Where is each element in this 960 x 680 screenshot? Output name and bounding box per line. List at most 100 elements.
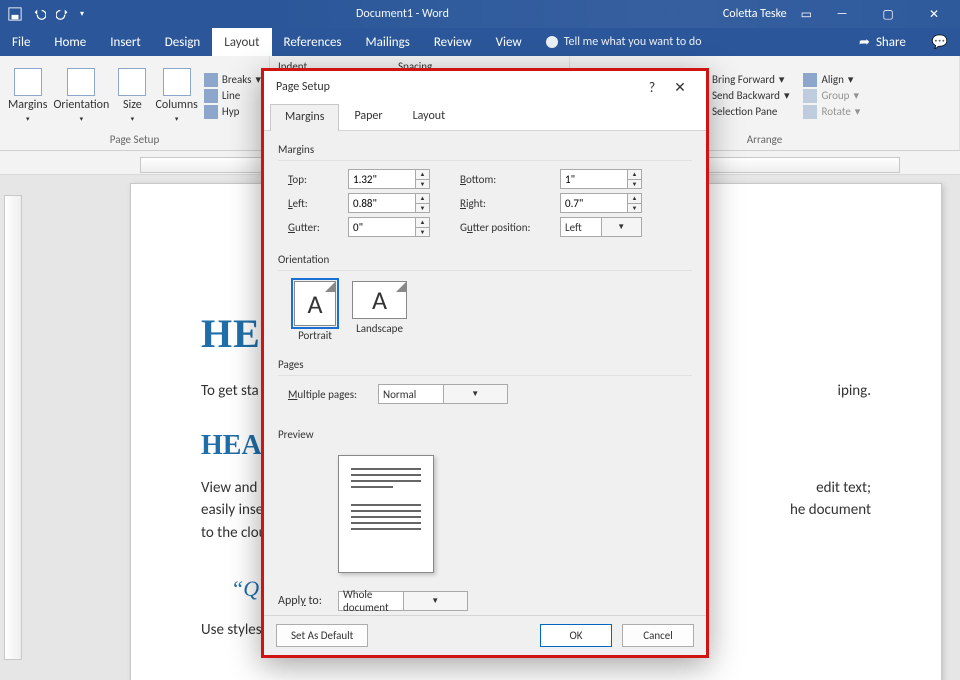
columns-label: Columns bbox=[155, 98, 197, 112]
app-name: Word bbox=[422, 7, 449, 21]
line-numbers-button[interactable]: Line bbox=[204, 89, 261, 103]
tab-layout[interactable]: Layout bbox=[212, 28, 271, 56]
dialog-close-button[interactable]: ✕ bbox=[666, 79, 694, 96]
dialog-title: Page Setup bbox=[276, 80, 638, 94]
dialog-help-button[interactable]: ? bbox=[638, 79, 666, 96]
gutter-label: Gutter: bbox=[288, 221, 348, 234]
orientation-section: A Portrait A Landscape bbox=[278, 270, 692, 352]
orientation-section-label: Orientation bbox=[278, 253, 692, 266]
minimize-button[interactable]: — bbox=[826, 7, 858, 21]
multiple-pages-select[interactable]: Normal▼ bbox=[378, 384, 508, 404]
tab-review[interactable]: Review bbox=[422, 28, 484, 56]
ribbon-display-icon[interactable]: ▭ bbox=[801, 7, 812, 22]
tab-mailings[interactable]: Mailings bbox=[354, 28, 422, 56]
pages-section: Multiple pages: Normal▼ bbox=[278, 375, 692, 414]
close-button[interactable]: ✕ bbox=[918, 7, 950, 22]
share-label: Share bbox=[876, 35, 906, 50]
tell-me-box[interactable]: Tell me what you want to do bbox=[534, 28, 714, 56]
dialog-tabs: Margins Paper Layout bbox=[264, 103, 706, 131]
chevron-down-icon[interactable]: ▼ bbox=[403, 592, 468, 610]
chevron-down-icon[interactable]: ▼ bbox=[601, 218, 642, 236]
left-label: Left: bbox=[288, 197, 348, 210]
margins-button[interactable]: Margins▾ bbox=[8, 68, 47, 123]
orientation-portrait[interactable]: A Portrait bbox=[294, 281, 336, 342]
customize-qat-icon[interactable]: ▾ bbox=[80, 9, 84, 19]
hyphenation-button[interactable]: Hyp bbox=[204, 105, 261, 119]
bottom-label: Bottom: bbox=[460, 173, 560, 186]
apply-to-select[interactable]: Whole document▼ bbox=[338, 591, 468, 611]
undo-icon[interactable] bbox=[32, 7, 46, 21]
title-bar: ▾ Document1 - Word Coletta Teske ▭ — ▢ ✕ bbox=[0, 0, 960, 28]
tab-file[interactable]: File bbox=[0, 28, 42, 56]
tell-me-label: Tell me what you want to do bbox=[564, 35, 702, 49]
ribbon-tabs: File Home Insert Design Layout Reference… bbox=[0, 28, 960, 56]
margins-section: Top: ▲▼ Bottom: ▲▼ Left: ▲▼ Right: ▲▼ Gu… bbox=[278, 160, 692, 247]
orientation-landscape[interactable]: A Landscape bbox=[352, 281, 407, 342]
line-numbers-icon bbox=[204, 89, 218, 103]
gutter-input[interactable]: ▲▼ bbox=[348, 217, 430, 237]
margins-section-label: Margins bbox=[278, 143, 692, 156]
share-button[interactable]: ➦ Share bbox=[859, 35, 906, 50]
spinner-down-icon[interactable]: ▼ bbox=[415, 180, 429, 189]
top-margin-input[interactable]: ▲▼ bbox=[348, 169, 430, 189]
dialog-titlebar: Page Setup ? ✕ bbox=[264, 71, 706, 103]
gutter-position-label: Gutter position: bbox=[460, 221, 560, 234]
columns-button[interactable]: Columns▾ bbox=[155, 68, 197, 123]
save-icon[interactable] bbox=[8, 7, 22, 21]
multiple-pages-label: Multiple pages: bbox=[288, 388, 378, 401]
breaks-button[interactable]: Breaks ▾ bbox=[204, 73, 261, 87]
preview-section bbox=[278, 445, 692, 579]
right-margin-input[interactable]: ▲▼ bbox=[560, 193, 642, 213]
apply-to-label: Apply to: bbox=[278, 594, 338, 608]
rotate-icon bbox=[803, 105, 817, 119]
dialog-tab-layout[interactable]: Layout bbox=[398, 103, 461, 130]
rotate-button[interactable]: Rotate ▾ bbox=[803, 105, 860, 119]
window-title: Document1 - Word bbox=[92, 7, 713, 21]
group-icon bbox=[803, 89, 817, 103]
tab-view[interactable]: View bbox=[484, 28, 534, 56]
share-icon: ➦ bbox=[859, 35, 870, 50]
dialog-tab-paper[interactable]: Paper bbox=[339, 103, 397, 130]
gutter-position-select[interactable]: Left▼ bbox=[560, 217, 642, 237]
vertical-ruler[interactable] bbox=[4, 195, 22, 660]
dialog-tab-margins[interactable]: Margins bbox=[270, 104, 339, 131]
cancel-button[interactable]: Cancel bbox=[622, 624, 694, 647]
orientation-label: Orientation bbox=[53, 98, 109, 112]
chevron-down-icon[interactable]: ▼ bbox=[443, 385, 508, 403]
tab-home[interactable]: Home bbox=[42, 28, 98, 56]
preview-page-icon bbox=[338, 455, 434, 573]
top-label: Top: bbox=[288, 173, 348, 186]
preview-section-label: Preview bbox=[278, 428, 692, 441]
pages-section-label: Pages bbox=[278, 358, 692, 371]
line-numbers-label: Line bbox=[222, 89, 240, 102]
comments-icon[interactable]: 💬 bbox=[920, 28, 960, 56]
align-button[interactable]: Align ▾ bbox=[803, 73, 860, 87]
page-setup-group-label: Page Setup bbox=[8, 131, 261, 146]
landscape-icon: A bbox=[352, 281, 407, 319]
tab-insert[interactable]: Insert bbox=[98, 28, 153, 56]
left-margin-input[interactable]: ▲▼ bbox=[348, 193, 430, 213]
size-label: Size bbox=[123, 98, 142, 112]
orientation-button[interactable]: Orientation▾ bbox=[53, 68, 109, 123]
portrait-icon: A bbox=[294, 281, 336, 326]
breaks-icon bbox=[204, 73, 218, 87]
page-setup-dialog: Page Setup ? ✕ Margins Paper Layout Marg… bbox=[261, 68, 709, 658]
breaks-label: Breaks bbox=[222, 73, 252, 86]
set-as-default-button[interactable]: Set As Default bbox=[276, 624, 368, 647]
title-right: Coletta Teske ▭ — ▢ ✕ bbox=[713, 7, 960, 22]
tab-design[interactable]: Design bbox=[153, 28, 212, 56]
group-button[interactable]: Group ▾ bbox=[803, 89, 860, 103]
tab-references[interactable]: References bbox=[272, 28, 354, 56]
bottom-margin-input[interactable]: ▲▼ bbox=[560, 169, 642, 189]
ok-button[interactable]: OK bbox=[540, 624, 612, 647]
lightbulb-icon bbox=[546, 36, 558, 48]
dialog-footer: Set As Default OK Cancel bbox=[264, 615, 706, 655]
margins-label: Margins bbox=[8, 98, 47, 112]
quick-access-toolbar: ▾ bbox=[0, 0, 92, 28]
redo-icon[interactable] bbox=[56, 7, 70, 21]
hyphenation-icon bbox=[204, 105, 218, 119]
user-name[interactable]: Coletta Teske bbox=[723, 7, 787, 21]
size-button[interactable]: Size▾ bbox=[115, 68, 149, 123]
maximize-button[interactable]: ▢ bbox=[872, 7, 904, 22]
spinner-up-icon[interactable]: ▲ bbox=[415, 170, 429, 180]
